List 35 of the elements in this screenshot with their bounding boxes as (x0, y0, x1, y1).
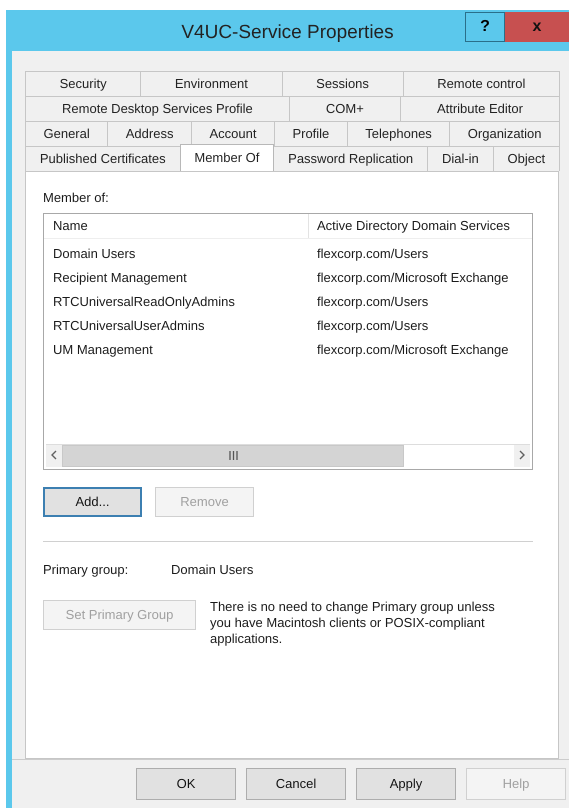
table-cell[interactable]: UM Management (44, 342, 317, 358)
tab[interactable]: Remote control (402, 70, 560, 96)
tab[interactable]: General (25, 120, 108, 146)
primary-group-label: Primary group: (43, 562, 130, 577)
table-cell[interactable]: Domain Users (44, 246, 317, 262)
table-cell[interactable]: flexcorp.com/Microsoft Exchange (317, 270, 508, 286)
table-cell[interactable]: flexcorp.com/Microsoft Exchange (317, 342, 508, 358)
cancel-button[interactable]: Cancel (246, 768, 346, 800)
add-button[interactable]: Add... (43, 486, 142, 517)
scroll-thumb[interactable] (62, 444, 404, 467)
ok-button[interactable]: OK (136, 768, 236, 800)
grip-icon (228, 451, 238, 460)
help-button[interactable]: ? (465, 12, 505, 42)
window-title: V4UC-Service Properties (181, 22, 394, 44)
tab[interactable]: Object (492, 146, 560, 171)
apply-button[interactable]: Apply (356, 768, 456, 800)
column-header[interactable]: Name (44, 214, 309, 238)
table-cell[interactable]: Recipient Management (44, 270, 317, 286)
table-cell[interactable]: flexcorp.com/Users (317, 246, 428, 262)
note-text: There is no need to change Primary group unless you have Macintosh clients or POSIX-compliant applications. (210, 598, 496, 647)
table-cell[interactable]: RTCUniversalReadOnlyAdmins (44, 294, 317, 310)
tab[interactable]: Attribute Editor (400, 96, 560, 121)
tab[interactable]: Member Of (180, 144, 274, 171)
table-cell[interactable]: flexcorp.com/Users (317, 318, 428, 334)
table-cell[interactable]: RTCUniversalUserAdmins (44, 318, 317, 334)
primary-group-value: Domain Users (171, 562, 254, 577)
tab[interactable]: Published Certificates (25, 146, 180, 171)
table-cell[interactable]: flexcorp.com/Users (317, 294, 428, 310)
tab[interactable]: Security (25, 70, 142, 96)
tab[interactable]: Remote Desktop Services Profile (25, 96, 290, 121)
column-header[interactable]: Active Directory Domain Services (309, 214, 532, 238)
horizontal-scrollbar[interactable] (46, 444, 530, 467)
list-label: Member of: (43, 190, 110, 205)
close-button[interactable]: x (505, 12, 569, 42)
tab[interactable]: Organization (449, 120, 560, 146)
